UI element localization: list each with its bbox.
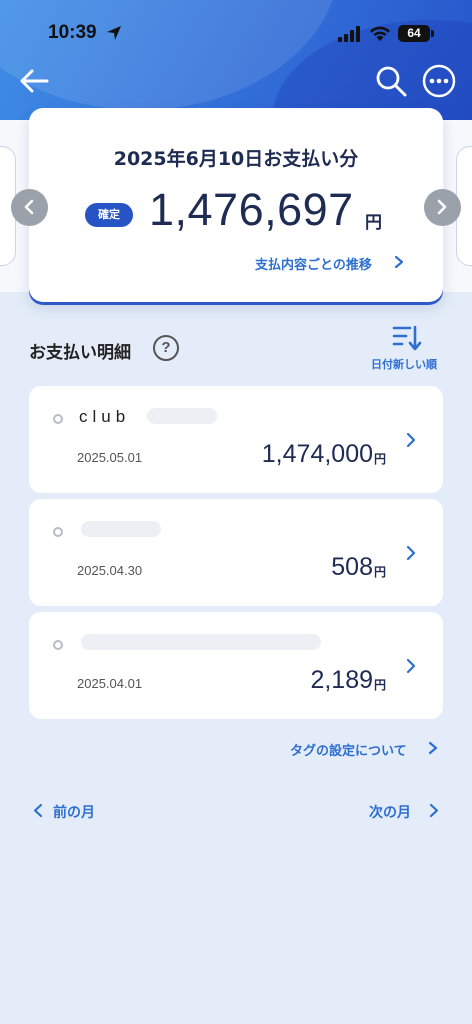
transaction-date: 2025.04.01 [77, 676, 143, 691]
status-time: 10:39 [48, 22, 97, 43]
chevron-right-icon[interactable] [427, 741, 439, 755]
payment-summary-card: 2025年6月10日お支払い分 確定 1,476,697 円 支払内容ごとの推移 [29, 108, 443, 302]
transaction-row[interactable]: 2025.04.01 2,189 円 [29, 612, 443, 719]
back-arrow-icon[interactable] [18, 66, 50, 96]
transaction-date: 2025.05.01 [77, 450, 143, 465]
redaction-blur [81, 521, 161, 537]
merchant-name: club [79, 407, 131, 426]
redaction-blur [81, 634, 321, 650]
transaction-amount-unit: 円 [373, 565, 386, 579]
transaction-amount-unit: 円 [373, 678, 386, 692]
payment-trend-link[interactable]: 支払内容ごとの推移 [255, 254, 372, 273]
status-bar: 10:39 64 [0, 0, 472, 62]
transaction-amount: 508 [331, 553, 373, 581]
tag-dot [53, 527, 63, 537]
payment-date-title: 2025年6月10日お支払い分 [113, 148, 359, 170]
previous-month-link[interactable]: 前の月 [53, 802, 95, 822]
chevron-left-icon [24, 199, 34, 215]
search-icon[interactable] [374, 64, 408, 98]
transaction-amount: 2,189 [310, 666, 373, 694]
tag-dot [53, 414, 63, 424]
total-amount-unit: 円 [365, 213, 382, 233]
next-month-link[interactable]: 次の月 [369, 802, 411, 822]
tag-settings-link[interactable]: タグの設定について [290, 740, 407, 759]
transaction-row[interactable]: club 2025.05.01 1,474,000 円 [29, 386, 443, 493]
chevron-right-icon [406, 658, 416, 674]
battery-indicator: 64 [398, 25, 434, 42]
chevron-right-icon [406, 545, 416, 561]
transaction-amount: 1,474,000 [261, 440, 373, 468]
chevron-right-icon [406, 432, 416, 448]
help-icon[interactable]: ? [153, 335, 179, 361]
sort-icon[interactable] [392, 324, 422, 352]
sort-order-label[interactable]: 日付新しい順 [371, 356, 437, 372]
cellular-signal-icon [338, 26, 360, 42]
transaction-row[interactable]: 2025.04.30 508 円 [29, 499, 443, 606]
chevron-right-icon[interactable] [393, 255, 405, 269]
status-badge: 確定 [85, 203, 133, 227]
location-arrow-icon [107, 26, 121, 40]
wifi-icon [370, 26, 390, 41]
chevron-right-icon [437, 199, 447, 215]
more-options-icon[interactable] [422, 64, 456, 98]
section-title: お支払い明細 [29, 343, 131, 363]
total-amount: 1,476,697 [149, 184, 354, 235]
chevron-right-icon[interactable] [428, 803, 440, 818]
next-month-arrow-button[interactable] [424, 189, 461, 226]
redaction-blur [147, 408, 217, 424]
transaction-amount-unit: 円 [373, 452, 386, 466]
transaction-date: 2025.04.30 [77, 563, 143, 578]
chevron-left-icon[interactable] [32, 803, 44, 818]
tag-dot [53, 640, 63, 650]
previous-month-arrow-button[interactable] [11, 189, 48, 226]
